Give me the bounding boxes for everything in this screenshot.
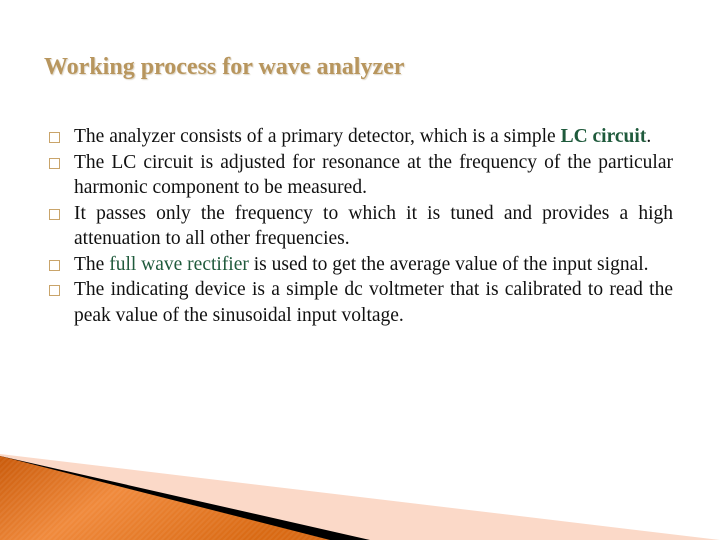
bullet-text-end: is used to get the average value of the … (248, 253, 649, 275)
highlight-term: LC circuit (560, 126, 647, 147)
square-bullet-icon (49, 132, 60, 143)
square-bullet-icon (49, 259, 60, 271)
bullet-item: The analyzer consists of a primary detec… (49, 124, 673, 150)
bullet-text: The (74, 253, 110, 275)
bullet-text: The indicating device is a simple dc vol… (74, 279, 673, 326)
bullet-text: The LC circuit is adjusted for resonance… (74, 151, 673, 199)
highlight-term: full wave rectifier (109, 253, 249, 275)
bullet-item: The LC circuit is adjusted for resonance… (49, 150, 673, 201)
slide-title: Working process for wave analyzer (44, 54, 405, 80)
bullet-item: The indicating device is a simple dc vol… (49, 277, 673, 328)
bullet-text: The analyzer consists of a primary detec… (74, 126, 561, 147)
bullet-list: The analyzer consists of a primary detec… (49, 124, 673, 328)
square-bullet-icon (49, 208, 60, 220)
bullet-item: The full wave rectifier is used to get t… (49, 252, 673, 278)
decorative-swoosh (0, 454, 720, 540)
square-bullet-icon (49, 285, 60, 296)
square-bullet-icon (49, 157, 60, 169)
bullet-item: It passes only the frequency to which it… (49, 201, 673, 252)
bullet-text-end: . (646, 126, 652, 147)
bullet-text: It passes only the frequency to which it… (74, 202, 673, 250)
